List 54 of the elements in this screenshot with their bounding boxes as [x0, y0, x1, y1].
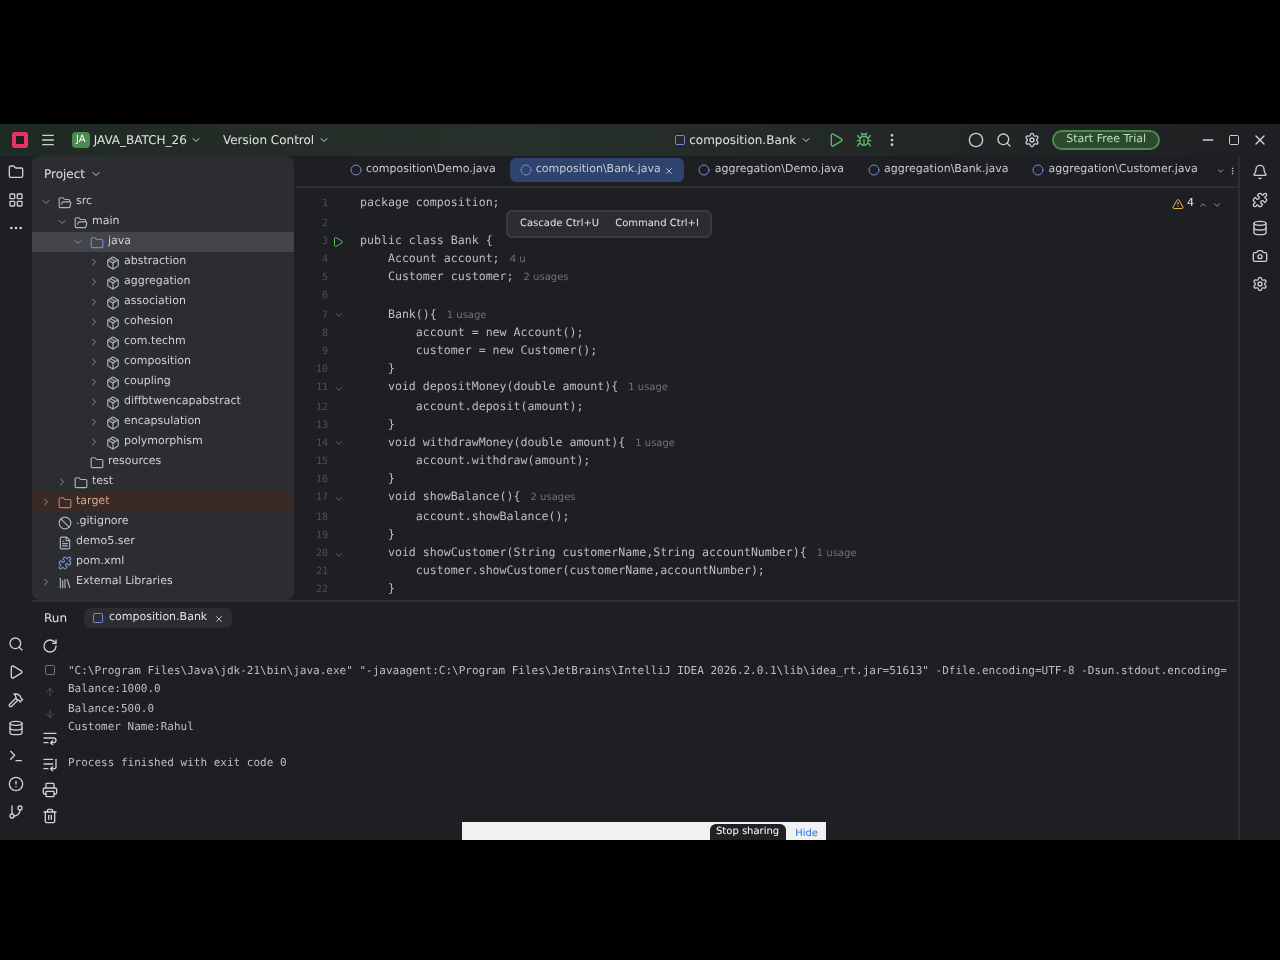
- plugins-icon[interactable]: [1252, 192, 1268, 208]
- window-icon: [673, 134, 686, 146]
- wrap-icon[interactable]: [42, 730, 58, 746]
- trash-icon[interactable]: [42, 808, 58, 824]
- maximize-icon[interactable]: [1228, 134, 1240, 146]
- terminal-icon[interactable]: [8, 748, 24, 764]
- settings-icon[interactable]: [1024, 132, 1041, 148]
- package-icon: [106, 255, 120, 269]
- package-icon: [106, 295, 120, 309]
- package-icon: [106, 355, 120, 369]
- search-icon[interactable]: [996, 132, 1013, 148]
- database-icon[interactable]: [1252, 220, 1268, 236]
- structure-icon[interactable]: [8, 192, 24, 208]
- file-icon: [58, 535, 72, 549]
- folder-icon: [58, 495, 72, 509]
- package-icon: [106, 395, 120, 409]
- chevron-down-icon[interactable]: [318, 134, 331, 146]
- folder-icon: [90, 235, 104, 249]
- package-icon: [106, 375, 120, 389]
- run-icon[interactable]: [8, 664, 24, 680]
- services-icon[interactable]: [8, 720, 24, 736]
- window-icon: [91, 612, 104, 624]
- chevron-down-icon[interactable]: [190, 134, 203, 146]
- package-icon: [106, 435, 120, 449]
- close-icon[interactable]: [1252, 132, 1268, 148]
- print-icon[interactable]: [42, 782, 58, 798]
- project-view-icon[interactable]: [8, 164, 24, 180]
- folder-icon: [90, 455, 104, 469]
- run-icon[interactable]: [828, 132, 845, 148]
- chevron-down-icon[interactable]: [800, 134, 813, 146]
- stop-icon[interactable]: [44, 664, 56, 676]
- scroll-end-icon[interactable]: [42, 756, 58, 772]
- search-icon[interactable]: [8, 636, 24, 652]
- package-icon: [106, 415, 120, 429]
- chevron-down-icon[interactable]: [89, 168, 102, 180]
- ignore-file-icon: [58, 515, 72, 529]
- debug-icon[interactable]: [856, 132, 873, 148]
- notifications-icon[interactable]: [1252, 164, 1268, 180]
- chevron-up-icon[interactable]: [1198, 199, 1208, 209]
- folder-icon: [74, 475, 88, 489]
- package-icon: [106, 315, 120, 329]
- tabs-menu-icon[interactable]: [1215, 163, 1225, 178]
- app-logo-icon: [12, 132, 28, 148]
- git-icon[interactable]: [8, 804, 24, 820]
- package-icon: [106, 335, 120, 349]
- run-gutter-icon[interactable]: [332, 235, 344, 248]
- problems-icon[interactable]: [8, 776, 24, 792]
- menu-icon[interactable]: [40, 132, 56, 148]
- warning-icon: [1171, 198, 1183, 210]
- rerun-icon[interactable]: [42, 638, 58, 654]
- build-icon[interactable]: [8, 692, 24, 708]
- library-icon: [58, 575, 72, 589]
- chevron-down-icon[interactable]: [1212, 199, 1222, 209]
- package-icon: [106, 275, 120, 289]
